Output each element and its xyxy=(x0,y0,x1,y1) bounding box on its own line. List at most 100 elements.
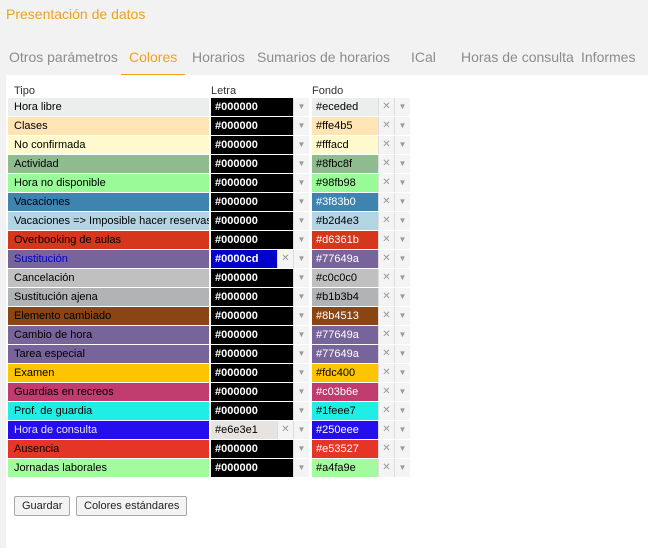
close-icon[interactable]: ✕ xyxy=(378,269,394,287)
chevron-down-icon[interactable]: ▼ xyxy=(293,212,309,230)
close-icon[interactable]: ✕ xyxy=(378,402,394,420)
chevron-down-icon[interactable]: ▼ xyxy=(293,193,309,211)
chevron-down-icon[interactable]: ▼ xyxy=(394,345,410,363)
fondo-color-picker[interactable]: #eceded ✕ ▼ xyxy=(312,98,410,116)
letra-color-picker[interactable]: #000000 ▼ xyxy=(211,440,309,458)
chevron-down-icon[interactable]: ▼ xyxy=(293,98,309,116)
close-icon[interactable]: ✕ xyxy=(378,155,394,173)
fondo-color-picker[interactable]: #c0c0c0 ✕ ▼ xyxy=(312,269,410,287)
chevron-down-icon[interactable]: ▼ xyxy=(293,136,309,154)
chevron-down-icon[interactable]: ▼ xyxy=(293,421,309,439)
letra-color-picker[interactable]: #000000 ▼ xyxy=(211,212,309,230)
fondo-color-picker[interactable]: #fdc400 ✕ ▼ xyxy=(312,364,410,382)
close-icon[interactable]: ✕ xyxy=(378,364,394,382)
letra-color-picker[interactable]: #000000 ▼ xyxy=(211,117,309,135)
letra-color-picker[interactable]: #000000 ▼ xyxy=(211,174,309,192)
fondo-color-picker[interactable]: #250eee ✕ ▼ xyxy=(312,421,410,439)
fondo-color-picker[interactable]: #1feee7 ✕ ▼ xyxy=(312,402,410,420)
chevron-down-icon[interactable]: ▼ xyxy=(394,155,410,173)
fondo-color-picker[interactable]: #3f83b0 ✕ ▼ xyxy=(312,193,410,211)
close-icon[interactable]: ✕ xyxy=(277,421,293,439)
letra-color-picker[interactable]: #000000 ▼ xyxy=(211,269,309,287)
close-icon[interactable]: ✕ xyxy=(378,98,394,116)
fondo-color-value[interactable]: #a4fa9e xyxy=(312,459,378,477)
chevron-down-icon[interactable]: ▼ xyxy=(394,288,410,306)
tab-colores[interactable]: Colores xyxy=(121,47,186,75)
chevron-down-icon[interactable]: ▼ xyxy=(293,231,309,249)
tab-horas-de-consulta[interactable]: Horas de consulta xyxy=(461,47,574,75)
fondo-color-value[interactable]: #d6361b xyxy=(312,231,378,249)
chevron-down-icon[interactable]: ▼ xyxy=(293,288,309,306)
letra-color-value[interactable]: #000000 xyxy=(211,136,293,154)
chevron-down-icon[interactable]: ▼ xyxy=(394,307,410,325)
chevron-down-icon[interactable]: ▼ xyxy=(394,117,410,135)
fondo-color-value[interactable]: #77649a xyxy=(312,345,378,363)
letra-color-picker[interactable]: #000000 ▼ xyxy=(211,98,309,116)
chevron-down-icon[interactable]: ▼ xyxy=(293,364,309,382)
fondo-color-picker[interactable]: #98fb98 ✕ ▼ xyxy=(312,174,410,192)
letra-color-picker[interactable]: #000000 ▼ xyxy=(211,231,309,249)
letra-color-value[interactable]: #000000 xyxy=(211,155,293,173)
chevron-down-icon[interactable]: ▼ xyxy=(394,231,410,249)
fondo-color-picker[interactable]: #c03b6e ✕ ▼ xyxy=(312,383,410,401)
fondo-color-value[interactable]: #c03b6e xyxy=(312,383,378,401)
letra-color-value[interactable]: #0000cd xyxy=(211,250,277,268)
chevron-down-icon[interactable]: ▼ xyxy=(394,402,410,420)
chevron-down-icon[interactable]: ▼ xyxy=(394,383,410,401)
chevron-down-icon[interactable]: ▼ xyxy=(293,250,309,268)
chevron-down-icon[interactable]: ▼ xyxy=(394,440,410,458)
letra-color-value[interactable]: #000000 xyxy=(211,326,293,344)
fondo-color-value[interactable]: #8fbc8f xyxy=(312,155,378,173)
chevron-down-icon[interactable]: ▼ xyxy=(293,307,309,325)
close-icon[interactable]: ✕ xyxy=(378,136,394,154)
chevron-down-icon[interactable]: ▼ xyxy=(394,269,410,287)
fondo-color-picker[interactable]: #8fbc8f ✕ ▼ xyxy=(312,155,410,173)
fondo-color-picker[interactable]: #fffacd ✕ ▼ xyxy=(312,136,410,154)
letra-color-picker[interactable]: #000000 ▼ xyxy=(211,459,309,477)
fondo-color-value[interactable]: #fdc400 xyxy=(312,364,378,382)
letra-color-value[interactable]: #000000 xyxy=(211,269,293,287)
chevron-down-icon[interactable]: ▼ xyxy=(293,345,309,363)
chevron-down-icon[interactable]: ▼ xyxy=(394,136,410,154)
close-icon[interactable]: ✕ xyxy=(378,421,394,439)
fondo-color-value[interactable]: #98fb98 xyxy=(312,174,378,192)
close-icon[interactable]: ✕ xyxy=(378,326,394,344)
letra-color-value[interactable]: #000000 xyxy=(211,383,293,401)
close-icon[interactable]: ✕ xyxy=(378,231,394,249)
fondo-color-value[interactable]: #1feee7 xyxy=(312,402,378,420)
letra-color-value[interactable]: #000000 xyxy=(211,117,293,135)
letra-color-value[interactable]: #000000 xyxy=(211,440,293,458)
fondo-color-picker[interactable]: #d6361b ✕ ▼ xyxy=(312,231,410,249)
fondo-color-picker[interactable]: #8b4513 ✕ ▼ xyxy=(312,307,410,325)
close-icon[interactable]: ✕ xyxy=(378,345,394,363)
letra-color-picker[interactable]: #000000 ▼ xyxy=(211,383,309,401)
letra-color-picker[interactable]: #000000 ▼ xyxy=(211,402,309,420)
tab-horarios[interactable]: Horarios xyxy=(192,47,245,75)
chevron-down-icon[interactable]: ▼ xyxy=(293,440,309,458)
tab-informes[interactable]: Informes xyxy=(581,47,635,75)
fondo-color-value[interactable]: #c0c0c0 xyxy=(312,269,378,287)
fondo-color-value[interactable]: #77649a xyxy=(312,250,378,268)
close-icon[interactable]: ✕ xyxy=(277,250,293,268)
letra-color-picker[interactable]: #000000 ▼ xyxy=(211,364,309,382)
chevron-down-icon[interactable]: ▼ xyxy=(394,212,410,230)
chevron-down-icon[interactable]: ▼ xyxy=(394,421,410,439)
letra-color-value[interactable]: #000000 xyxy=(211,288,293,306)
save-button[interactable]: Guardar xyxy=(14,496,71,516)
close-icon[interactable]: ✕ xyxy=(378,117,394,135)
fondo-color-picker[interactable]: #b1b3b4 ✕ ▼ xyxy=(312,288,410,306)
letra-color-value[interactable]: #000000 xyxy=(211,402,293,420)
letra-color-picker[interactable]: #000000 ▼ xyxy=(211,288,309,306)
close-icon[interactable]: ✕ xyxy=(378,307,394,325)
chevron-down-icon[interactable]: ▼ xyxy=(394,98,410,116)
fondo-color-picker[interactable]: #ffe4b5 ✕ ▼ xyxy=(312,117,410,135)
fondo-color-value[interactable]: #b2d4e3 xyxy=(312,212,378,230)
fondo-color-value[interactable]: #77649a xyxy=(312,326,378,344)
letra-color-value[interactable]: #000000 xyxy=(211,193,293,211)
chevron-down-icon[interactable]: ▼ xyxy=(394,459,410,477)
chevron-down-icon[interactable]: ▼ xyxy=(394,193,410,211)
close-icon[interactable]: ✕ xyxy=(378,250,394,268)
chevron-down-icon[interactable]: ▼ xyxy=(293,269,309,287)
close-icon[interactable]: ✕ xyxy=(378,459,394,477)
chevron-down-icon[interactable]: ▼ xyxy=(293,117,309,135)
